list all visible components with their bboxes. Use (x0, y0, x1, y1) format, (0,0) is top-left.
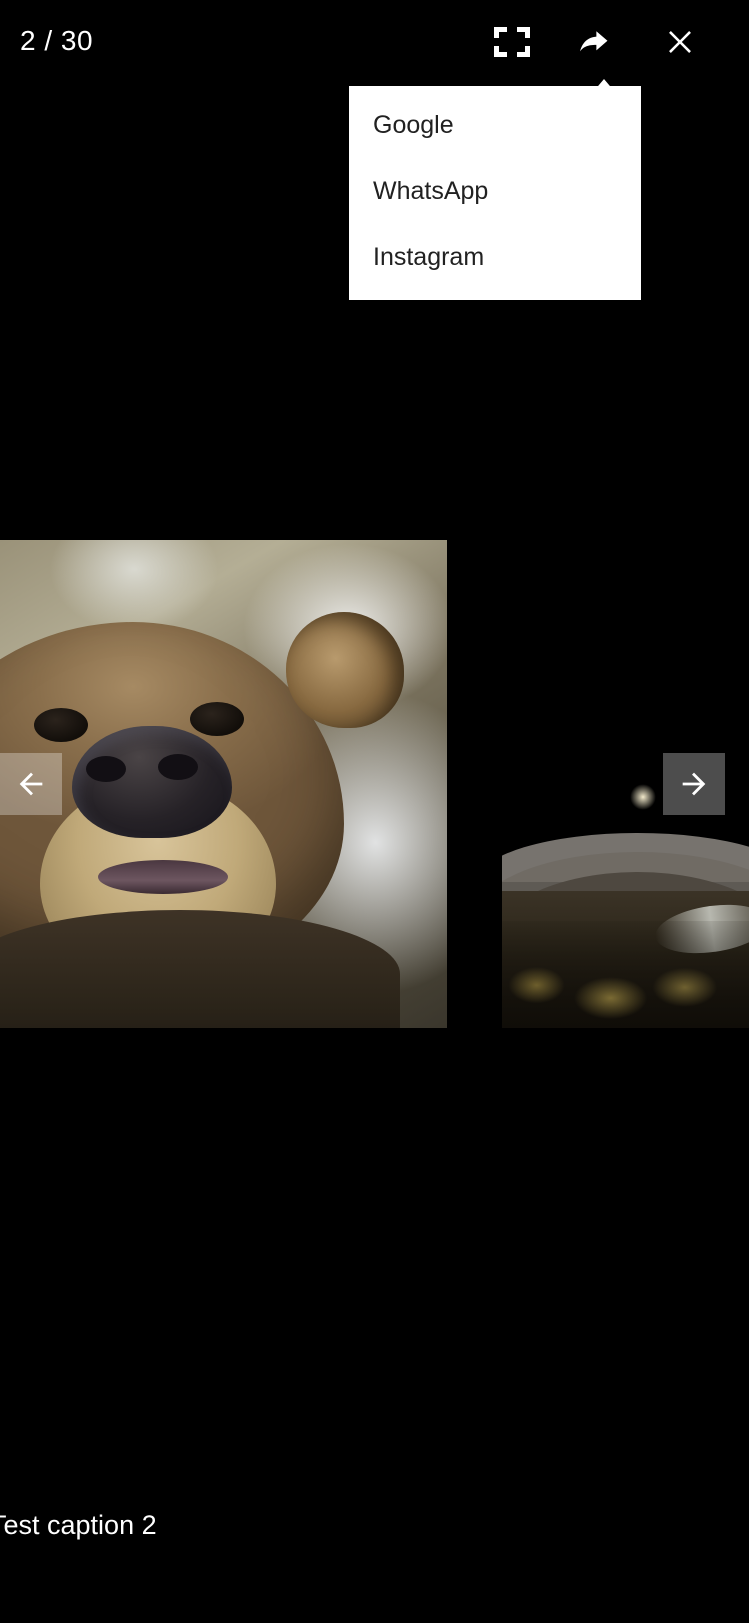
page-counter: 2 / 30 (20, 25, 94, 56)
close-icon (669, 31, 691, 53)
fullscreen-button[interactable] (484, 14, 540, 70)
arrow-left-icon (19, 772, 43, 796)
slide-current[interactable] (0, 540, 447, 1028)
image-viewer: 2 / 30 Google WhatsApp Instagram Test ca… (0, 0, 749, 1623)
viewer-toolbar: 2 / 30 (0, 0, 749, 84)
share-menu-item-label: Instagram (373, 242, 485, 271)
photo-bear (0, 540, 447, 1028)
share-icon (580, 31, 608, 52)
next-image-button[interactable] (663, 753, 725, 815)
fullscreen-icon (494, 27, 530, 57)
share-menu-caret (588, 79, 620, 98)
image-caption: Test caption 2 (0, 1510, 157, 1540)
previous-image-button[interactable] (0, 753, 62, 815)
share-button[interactable] (566, 14, 622, 70)
share-menu: Google WhatsApp Instagram (349, 86, 641, 300)
share-menu-item-label: WhatsApp (373, 176, 489, 205)
share-menu-item-label: Google (373, 110, 454, 139)
share-menu-item-whatsapp[interactable]: WhatsApp (349, 158, 641, 224)
share-menu-item-google[interactable]: Google (349, 92, 641, 158)
close-button[interactable] (652, 14, 708, 70)
share-menu-item-instagram[interactable]: Instagram (349, 224, 641, 290)
image-pager[interactable] (0, 540, 749, 1028)
arrow-right-icon (682, 772, 706, 796)
